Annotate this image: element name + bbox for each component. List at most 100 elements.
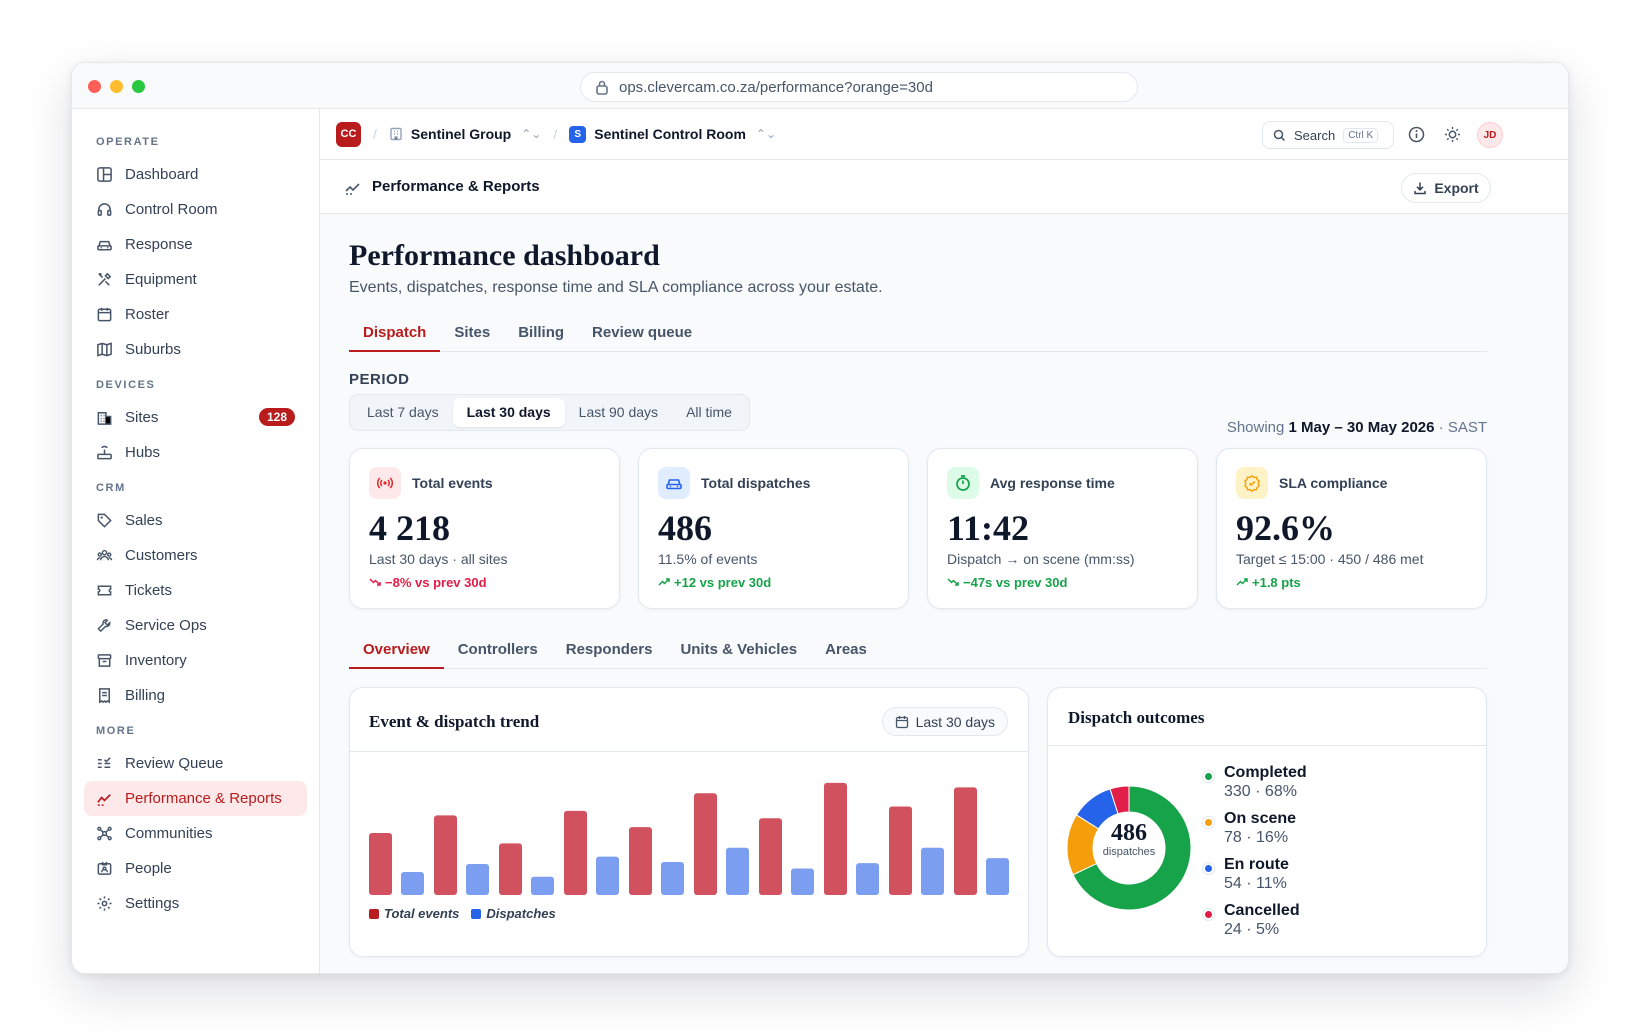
avatar[interactable]: JD [1477, 122, 1503, 148]
bar-total-events[interactable] [434, 815, 457, 895]
export-button[interactable]: Export [1401, 173, 1491, 203]
outcome-detail: 330 · 68% [1224, 783, 1297, 800]
sidebar-item-inventory[interactable]: Inventory [84, 643, 307, 678]
close-window-button[interactable] [88, 80, 101, 93]
showing-timezone: · SAST [1438, 419, 1487, 436]
bar-dispatches[interactable] [921, 847, 944, 895]
sidebar-item-communities[interactable]: Communities [84, 816, 307, 851]
maximize-window-button[interactable] [132, 80, 145, 93]
showing-range: Showing 1 May – 30 May 2026 · SAST [1227, 419, 1487, 436]
bar-dispatches[interactable] [791, 868, 814, 895]
main-area: CC / Sentinel Group ⌃⌄ / S Sentinel Cont… [320, 109, 1568, 973]
sidebar-item-settings[interactable]: Settings [84, 886, 307, 921]
bar-dispatches[interactable] [661, 861, 684, 895]
trend-down-icon [369, 578, 381, 586]
period-option-last-30-days[interactable]: Last 30 days [452, 398, 565, 427]
subtab-controllers[interactable]: Controllers [444, 632, 552, 669]
sidebar-item-badge: 128 [258, 408, 295, 426]
kpi-icon-badge [1236, 467, 1268, 499]
legend-label: Total events [384, 906, 460, 921]
sidebar-item-control-room[interactable]: Control Room [84, 192, 307, 227]
range-chip[interactable]: Last 30 days [881, 707, 1008, 736]
sidebar-item-label: Communities [125, 825, 213, 842]
tab-sites[interactable]: Sites [440, 315, 504, 352]
outcome-dot [1203, 909, 1214, 920]
bar-total-events[interactable] [694, 793, 717, 895]
minimize-window-button[interactable] [110, 80, 123, 93]
org-switcher[interactable]: Sentinel Group ⌃⌄ [389, 126, 541, 142]
bar-dispatches[interactable] [986, 858, 1009, 895]
sidebar: OPERATE Dashboard Control Room Response Equi… [72, 109, 320, 973]
sidebar-item-dashboard[interactable]: Dashboard [84, 157, 307, 192]
kpi-card-total-events: Total events 4 218 Last 30 days · all site… [349, 448, 620, 609]
chevron-updown-icon: ⌃⌄ [755, 127, 777, 141]
sidebar-item-sales[interactable]: Sales [84, 503, 307, 538]
sidebar-item-label: Customers [125, 547, 198, 564]
sidebar-item-suburbs[interactable]: Suburbs [84, 332, 307, 367]
sidebar-item-performance-reports[interactable]: Performance & Reports [84, 781, 307, 816]
sidebar-item-hubs[interactable]: Hubs [84, 435, 307, 470]
app-logo[interactable]: CC [336, 121, 361, 147]
archive-icon [97, 654, 112, 667]
stopwatch-icon [956, 475, 970, 491]
period-option-last-90-days[interactable]: Last 90 days [565, 398, 672, 427]
bar-dispatches[interactable] [531, 876, 554, 895]
kpi-value: 4 218 [369, 508, 450, 548]
bar-dispatches[interactable] [596, 856, 619, 895]
page-title: Performance dashboard [349, 239, 660, 272]
sidebar-item-sites[interactable]: Sites 128 [84, 400, 307, 435]
search-button[interactable]: Search Ctrl K [1262, 121, 1394, 149]
sidebar-item-people[interactable]: People [84, 851, 307, 886]
sidebar-item-equipment[interactable]: Equipment [84, 262, 307, 297]
sidebar-item-label: Sites [125, 409, 159, 426]
sidebar-item-billing[interactable]: Billing [84, 678, 307, 713]
subtab-areas[interactable]: Areas [811, 632, 881, 669]
sidebar-item-customers[interactable]: Customers [84, 538, 307, 573]
room-switcher[interactable]: S Sentinel Control Room ⌃⌄ [569, 125, 777, 143]
tab-review-queue[interactable]: Review queue [578, 315, 706, 352]
bar-dispatches[interactable] [856, 863, 879, 895]
bar-dispatches[interactable] [726, 847, 749, 895]
bar-total-events[interactable] [369, 833, 392, 895]
sidebar-item-label: Tickets [125, 582, 172, 599]
sidebar-item-label: Dashboard [125, 166, 199, 183]
period-option-all-time[interactable]: All time [672, 398, 746, 427]
sidebar-item-review-queue[interactable]: Review Queue [84, 746, 307, 781]
bar-dispatches[interactable] [466, 864, 489, 895]
period-option-last-7-days[interactable]: Last 7 days [353, 398, 453, 427]
kpi-card-avg-response-time: Avg response time 11:42 Dispatch → on scen… [927, 448, 1198, 609]
kpi-subtext: 11.5% of events [658, 551, 758, 567]
kpi-header: Total dispatches [658, 467, 889, 499]
sidebar-item-service-ops[interactable]: Service Ops [84, 608, 307, 643]
bar-total-events[interactable] [759, 818, 782, 895]
sidebar-item-response[interactable]: Response [84, 227, 307, 262]
kpi-delta-text: −8% vs prev 30d [385, 575, 487, 590]
subtab-overview[interactable]: Overview [349, 632, 444, 669]
bar-total-events[interactable] [954, 787, 977, 895]
dashboard-content: Performance dashboard Events, dispatches… [349, 239, 1487, 669]
subtab-responders[interactable]: Responders [552, 632, 667, 669]
info-icon[interactable] [1408, 126, 1425, 143]
bar-dispatches[interactable] [401, 871, 424, 895]
sidebar-item-roster[interactable]: Roster [84, 297, 307, 332]
subtab-units-vehicles[interactable]: Units & Vehicles [666, 632, 811, 669]
bar-total-events[interactable] [564, 810, 587, 895]
legend-label: Dispatches [486, 906, 556, 921]
legend-swatch [471, 909, 482, 919]
trend-down-icon [947, 578, 959, 586]
chevron-updown-icon: ⌃⌄ [521, 127, 542, 141]
sidebar-section-label: MORE [96, 725, 136, 737]
bar-total-events[interactable] [629, 827, 652, 895]
tab-billing[interactable]: Billing [504, 315, 578, 352]
address-bar[interactable]: ops.clevercam.co.za/performance?orange=3… [580, 72, 1138, 102]
tab-dispatch[interactable]: Dispatch [349, 315, 441, 352]
sidebar-item-label: Suburbs [125, 341, 181, 358]
bar-total-events[interactable] [499, 843, 522, 895]
outcome-item-completed: Completed 330 · 68% [1203, 764, 1307, 801]
bar-total-events[interactable] [889, 806, 912, 896]
sidebar-item-tickets[interactable]: Tickets [84, 573, 307, 608]
sun-icon[interactable] [1444, 126, 1461, 143]
tools-icon [98, 272, 112, 286]
bar-total-events[interactable] [824, 782, 847, 895]
kpi-delta: +12 vs prev 30d [658, 575, 889, 590]
